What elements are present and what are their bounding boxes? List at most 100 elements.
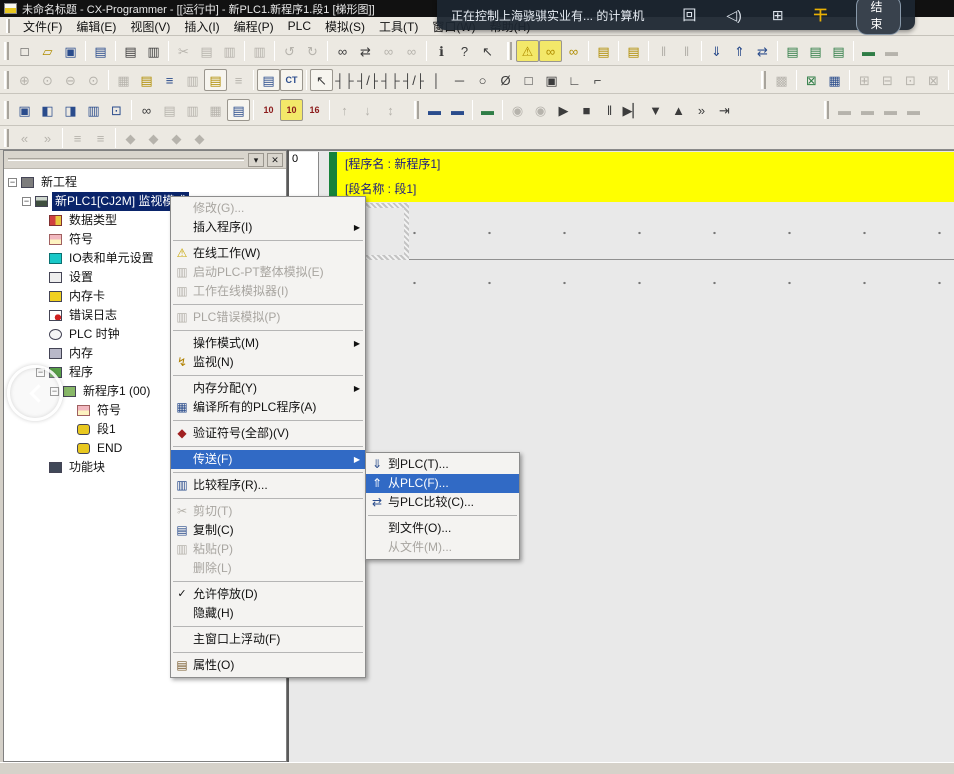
- menu-item-row[interactable]: 到文件(O)...: [366, 519, 519, 538]
- pause-hand-icon[interactable]: ◉: [506, 99, 529, 121]
- menu-item-row[interactable]: ▥启动PLC-PT整体模拟(E): [171, 263, 365, 282]
- menu-item-row[interactable]: ✂剪切(T): [171, 502, 365, 521]
- force-off-icon[interactable]: ↓: [356, 99, 379, 121]
- menu-item-row[interactable]: ▥粘贴(P): [171, 540, 365, 559]
- end-session-button[interactable]: 结束: [856, 0, 901, 35]
- symbol-bar-icon[interactable]: ▤: [204, 69, 227, 91]
- window-panel-icon[interactable]: ⊞: [772, 7, 784, 24]
- transfer-to-plc-icon[interactable]: ⇓: [705, 40, 728, 62]
- delete-rung-icon[interactable]: ⊠: [922, 69, 945, 91]
- menu-item-row[interactable]: ◆验证符号(全部)(V): [171, 424, 365, 443]
- zoom-in-icon[interactable]: ⊕: [13, 69, 36, 91]
- mark-b-icon[interactable]: ◆: [142, 127, 165, 149]
- window-cascade-icon[interactable]: ▣: [13, 99, 36, 121]
- menu-item-row[interactable]: 隐藏(H): [171, 604, 365, 623]
- step-in-icon[interactable]: ▼: [644, 99, 667, 121]
- menu-item-row[interactable]: 主窗口上浮动(F): [171, 630, 365, 649]
- time-chart-monitor-icon[interactable]: ▬: [880, 40, 903, 62]
- differential-monitor-icon[interactable]: ▬: [857, 40, 880, 62]
- open-file-icon[interactable]: ▱: [36, 40, 59, 62]
- insert-rung-above-icon[interactable]: ⊞: [853, 69, 876, 91]
- replace-icon[interactable]: ⇄: [354, 40, 377, 62]
- window-tile-icon[interactable]: ◧: [36, 99, 59, 121]
- fullscreen-icon[interactable]: 回: [682, 5, 696, 25]
- transfer-program-icon[interactable]: ▤: [781, 40, 804, 62]
- zoom-out-icon[interactable]: ⊖: [59, 69, 82, 91]
- monitor-window-2-icon[interactable]: ▬: [446, 99, 469, 121]
- align-list-alt-icon[interactable]: ≡: [89, 127, 112, 149]
- mark-a-icon[interactable]: ◆: [119, 127, 142, 149]
- menu-item-row[interactable]: ⇑从PLC(F)...: [366, 474, 519, 493]
- decimal-monitor-icon[interactable]: 10: [257, 99, 280, 121]
- collapse-expander-icon[interactable]: −: [22, 197, 31, 206]
- speaker-icon[interactable]: ◁): [726, 7, 741, 24]
- section-name-row[interactable]: [段名称 : 段1]: [337, 177, 954, 202]
- menubar-item[interactable]: 工具(T): [372, 16, 425, 37]
- output-window-icon[interactable]: ▤: [158, 99, 181, 121]
- program-check-icon[interactable]: ⊠: [800, 69, 823, 91]
- menu-item-row[interactable]: ✓允许停放(D): [171, 585, 365, 604]
- monitor-window-icon[interactable]: ▥: [181, 69, 204, 91]
- window-split-icon[interactable]: ◨: [59, 99, 82, 121]
- menubar-item[interactable]: 文件(F): [16, 16, 69, 37]
- monitor-window-1-icon[interactable]: ▬: [423, 99, 446, 121]
- pulse-monitor-1-icon[interactable]: ▬: [833, 99, 856, 121]
- about-icon[interactable]: ℹ: [430, 40, 453, 62]
- redo-icon[interactable]: ↻: [301, 40, 324, 62]
- menu-item-row[interactable]: 传送(F)▶: [171, 450, 365, 469]
- step-run-icon[interactable]: ▶▏: [621, 99, 644, 121]
- menu-item-row[interactable]: ▥比较程序(R)...: [171, 476, 365, 495]
- menu-item-row[interactable]: 从文件(M)...: [366, 538, 519, 557]
- pane-grip[interactable]: [8, 158, 244, 161]
- copy-icon[interactable]: ▤: [195, 40, 218, 62]
- transfer-settings-icon[interactable]: ▤: [804, 40, 827, 62]
- context-help-icon[interactable]: ↖: [476, 40, 499, 62]
- contact-nc-icon[interactable]: ┤/├: [356, 69, 379, 91]
- indent-right-icon[interactable]: »: [36, 127, 59, 149]
- remote-sidebar-toggle[interactable]: [7, 365, 63, 421]
- rung-wrap-icon[interactable]: ≡: [227, 69, 250, 91]
- address-list-icon[interactable]: ≡: [158, 69, 181, 91]
- block-corner-icon[interactable]: ∟: [563, 69, 586, 91]
- transfer-symbols-icon[interactable]: ▤: [827, 40, 850, 62]
- contact-or-no-icon[interactable]: ┤├: [379, 69, 402, 91]
- ct-view-icon[interactable]: CT: [280, 69, 303, 91]
- watch-window-icon[interactable]: ∞: [135, 99, 158, 121]
- new-file-icon[interactable]: □: [13, 40, 36, 62]
- edit-rung-icon[interactable]: ⊡: [899, 69, 922, 91]
- pulse-monitor-4-icon[interactable]: ▬: [902, 99, 925, 121]
- work-online-icon[interactable]: ⚠: [516, 40, 539, 62]
- print-preview-icon[interactable]: ▥: [142, 40, 165, 62]
- menu-item-row[interactable]: 插入程序(I)▶: [171, 218, 365, 237]
- menu-item-row[interactable]: 修改(G)...: [171, 199, 365, 218]
- compile-all-programs-icon[interactable]: ▦: [823, 69, 846, 91]
- menu-item-row[interactable]: ▤属性(O): [171, 656, 365, 675]
- vertical-line-icon[interactable]: │: [425, 69, 448, 91]
- paste-icon[interactable]: ▥: [218, 40, 241, 62]
- step-out-icon[interactable]: ▲: [667, 99, 690, 121]
- menu-item-row[interactable]: ▥PLC错误模拟(P): [171, 308, 365, 327]
- dec-monitor-icon[interactable]: ▤: [257, 69, 280, 91]
- program-name-row[interactable]: [程序名 : 新程序1]: [337, 152, 954, 177]
- menu-item-row[interactable]: 删除(L): [171, 559, 365, 578]
- inverted-instruction-icon[interactable]: ▣: [540, 69, 563, 91]
- hex-view-icon[interactable]: ▤: [227, 99, 250, 121]
- menu-item-row[interactable]: ↯监视(N): [171, 353, 365, 372]
- ladder-grid[interactable]: [319, 202, 954, 314]
- mark-d-icon[interactable]: ◆: [188, 127, 211, 149]
- compare-with-plc-icon[interactable]: ⇄: [751, 40, 774, 62]
- show-grid-icon[interactable]: ▦: [112, 69, 135, 91]
- transfer-from-plc-icon[interactable]: ⇑: [728, 40, 751, 62]
- sim-pause-icon[interactable]: ‖: [598, 99, 621, 121]
- help-icon[interactable]: ?: [453, 40, 476, 62]
- simulator-monitor-icon[interactable]: ▬: [476, 99, 499, 121]
- instruction-box-icon[interactable]: □: [517, 69, 540, 91]
- pause-monitor-icon[interactable]: ‖: [675, 40, 698, 62]
- pause-sync-icon[interactable]: ‖: [652, 40, 675, 62]
- align-list-icon[interactable]: ≡: [66, 127, 89, 149]
- horizontal-line-icon[interactable]: ─: [448, 69, 471, 91]
- pt-integrated-sim-icon[interactable]: ▤: [592, 40, 615, 62]
- run-to-end-icon[interactable]: ⇥: [713, 99, 736, 121]
- find-icon[interactable]: ∞: [331, 40, 354, 62]
- symbol-display-icon[interactable]: ▤: [135, 69, 158, 91]
